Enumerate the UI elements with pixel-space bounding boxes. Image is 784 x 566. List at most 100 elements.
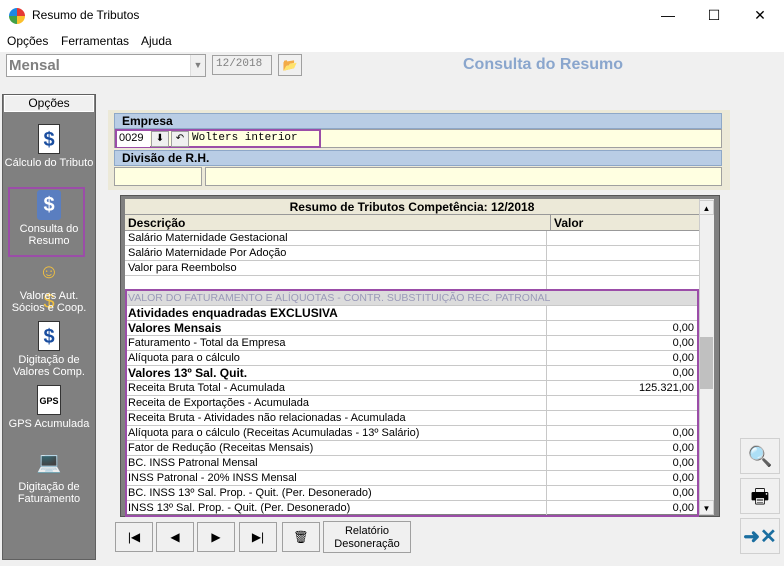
table-row[interactable]: INSS Patronal - 20% INSS Mensal 0,00 — [125, 471, 699, 486]
table-row[interactable]: Atividades enquadradas EXCLUSIVA — [125, 306, 699, 321]
row-description: Valor para Reembolso — [128, 262, 237, 274]
nav-item-label: Digitação de Valores Comp. — [13, 354, 85, 378]
people-dollar-icon: ☺$ — [38, 261, 60, 313]
scroll-down-button[interactable]: ▼ — [699, 500, 714, 515]
row-description: Faturamento - Total da Empresa — [128, 337, 286, 349]
table-row[interactable]: BC. INSS Patronal Mensal 0,00 — [125, 456, 699, 471]
search-person-button[interactable]: 🔍 — [740, 438, 780, 474]
column-separator — [546, 456, 547, 471]
maximize-button[interactable]: ☐ — [691, 0, 737, 32]
row-value: 0,00 — [672, 352, 694, 364]
row-value: 0,00 — [672, 427, 694, 439]
delete-button[interactable]: 🗑 — [282, 522, 320, 552]
folder-open-icon: 📂 — [282, 58, 298, 72]
row-description: Receita de Exportações - Acumulada — [128, 397, 309, 409]
row-description: Atividades enquadradas EXCLUSIVA — [128, 306, 338, 320]
nav-gps-acumulada[interactable]: GPS GPS Acumulada — [4, 385, 94, 449]
menu-opcoes[interactable]: Opções — [7, 34, 48, 48]
scroll-thumb[interactable] — [700, 337, 713, 389]
row-description: VALOR DO FATURAMENTO E ALÍQUOTAS - CONTR… — [128, 292, 551, 304]
column-separator — [546, 276, 547, 291]
column-separator — [546, 336, 547, 351]
divisao-header: Divisão de R.H. — [114, 150, 722, 166]
row-description: INSS 13º Sal. Prop. - Quit. (Per. Desone… — [128, 502, 351, 514]
row-description: INSS Patronal - 20% INSS Mensal — [128, 472, 297, 484]
last-record-button[interactable]: ▶| — [239, 522, 277, 552]
row-description: Receita Bruta Total - Acumulada — [128, 382, 285, 394]
table-row[interactable]: INSS 13º Sal. Prop. - Quit. (Per. Desone… — [125, 501, 699, 516]
table-row[interactable]: Faturamento - Total da Empresa 0,00 — [125, 336, 699, 351]
scroll-up-button[interactable]: ▲ — [699, 200, 714, 215]
table-row[interactable]: Receita Bruta Total - Acumulada 125.321,0… — [125, 381, 699, 396]
menu-ferramentas[interactable]: Ferramentas — [61, 34, 129, 48]
row-value: 0,00 — [672, 442, 694, 454]
section-row[interactable]: VALOR DO FATURAMENTO E ALÍQUOTAS - CONTR… — [125, 291, 699, 306]
mode-select-value: Mensal — [9, 57, 60, 74]
row-value: 0,00 — [672, 502, 694, 514]
column-separator — [546, 501, 547, 516]
first-record-button[interactable]: |◀ — [115, 522, 153, 552]
nav-item-label: Digitação de Faturamento — [17, 481, 81, 505]
column-separator — [546, 396, 547, 411]
download-arrow-icon: ⬇ — [155, 133, 165, 144]
row-value: 0,00 — [672, 367, 694, 379]
nav-valores-aut[interactable]: ☺$ Valores Aut. Sócios e Coop. — [4, 257, 94, 321]
empresa-code-input[interactable]: 0029 — [117, 131, 150, 147]
grid-title: Resumo de Tributos Competência: 12/2018 — [125, 199, 699, 215]
exit-icon: ➜✕ — [743, 526, 777, 548]
document-dollar-icon: $ — [38, 124, 60, 154]
nav-digitacao-faturamento[interactable]: 💻 Digitação de Faturamento — [4, 448, 94, 512]
table-row[interactable]: Valores Mensais 0,00 — [125, 321, 699, 336]
menu-ajuda[interactable]: Ajuda — [141, 34, 172, 48]
relatorio-desoneracao-button[interactable]: Relatório Desoneração — [323, 521, 411, 553]
row-value: 0,00 — [672, 457, 694, 469]
column-separator — [546, 441, 547, 456]
column-header-descricao: Descrição — [128, 216, 186, 230]
table-row[interactable]: Alíquota para o cálculo 0,00 — [125, 351, 699, 366]
empresa-undo-button[interactable]: ↶ — [171, 131, 189, 147]
table-row[interactable]: Receita de Exportações - Acumulada — [125, 396, 699, 411]
row-description: BC. INSS 13º Sal. Prop. - Quit. (Per. De… — [128, 487, 372, 499]
period-field[interactable]: 12/2018 — [212, 55, 272, 75]
minimize-button[interactable]: — — [645, 0, 691, 32]
exit-button[interactable]: ➜✕ — [740, 518, 780, 554]
prev-record-button[interactable]: ◀ — [156, 522, 194, 552]
row-description: Salário Maternidade Gestacional — [128, 232, 288, 244]
tab-opcoes[interactable]: Opções — [4, 95, 94, 112]
divisao-name-input[interactable] — [205, 167, 722, 186]
next-record-button[interactable]: ▶ — [197, 522, 235, 552]
column-separator — [546, 351, 547, 366]
chevron-down-icon[interactable]: ▼ — [190, 55, 205, 76]
table-row[interactable]: Alíquota para o cálculo (Receitas Acumul… — [125, 426, 699, 441]
column-separator — [546, 231, 547, 246]
empresa-lookup-button[interactable]: ⬇ — [151, 131, 169, 147]
printer-icon: 🖶 — [750, 486, 770, 508]
table-row[interactable]: Fator de Redução (Receitas Mensais) 0,00 — [125, 441, 699, 456]
table-row[interactable]: Salário Maternidade Gestacional — [125, 231, 699, 246]
nav-digitacao-valores[interactable]: $ Digitação de Valores Comp. — [4, 321, 94, 385]
table-row[interactable] — [125, 276, 699, 291]
table-row[interactable]: Receita Bruta - Atividades não relaciona… — [125, 411, 699, 426]
column-separator — [546, 261, 547, 276]
document-input-icon: $ — [38, 321, 60, 351]
row-description: Receita Bruta - Atividades não relaciona… — [128, 412, 406, 424]
print-button[interactable]: 🖶 — [740, 478, 780, 514]
table-row[interactable]: Salário Maternidade Por Adoção — [125, 246, 699, 261]
close-button[interactable]: ✕ — [737, 0, 783, 32]
selection-highlight — [8, 187, 85, 257]
divisao-code-input[interactable] — [114, 167, 202, 186]
column-separator — [546, 321, 547, 336]
column-separator — [546, 366, 547, 381]
open-folder-button[interactable]: 📂 — [278, 54, 302, 76]
table-row[interactable]: BC. INSS 13º Sal. Prop. - Quit. (Per. De… — [125, 486, 699, 501]
table-row[interactable]: Valores 13º Sal. Quit. 0,00 — [125, 366, 699, 381]
column-separator — [546, 486, 547, 501]
trash-icon: 🗑 — [293, 530, 309, 544]
nav-item-label: Cálculo do Tributo — [4, 157, 94, 169]
table-row[interactable]: Valor para Reembolso — [125, 261, 699, 276]
column-separator — [546, 471, 547, 486]
nav-calculo-do-tributo[interactable]: $ Cálculo do Tributo — [4, 124, 94, 188]
column-separator — [546, 246, 547, 261]
row-description: Salário Maternidade Por Adoção — [128, 247, 287, 259]
row-value: 0,00 — [672, 322, 694, 334]
